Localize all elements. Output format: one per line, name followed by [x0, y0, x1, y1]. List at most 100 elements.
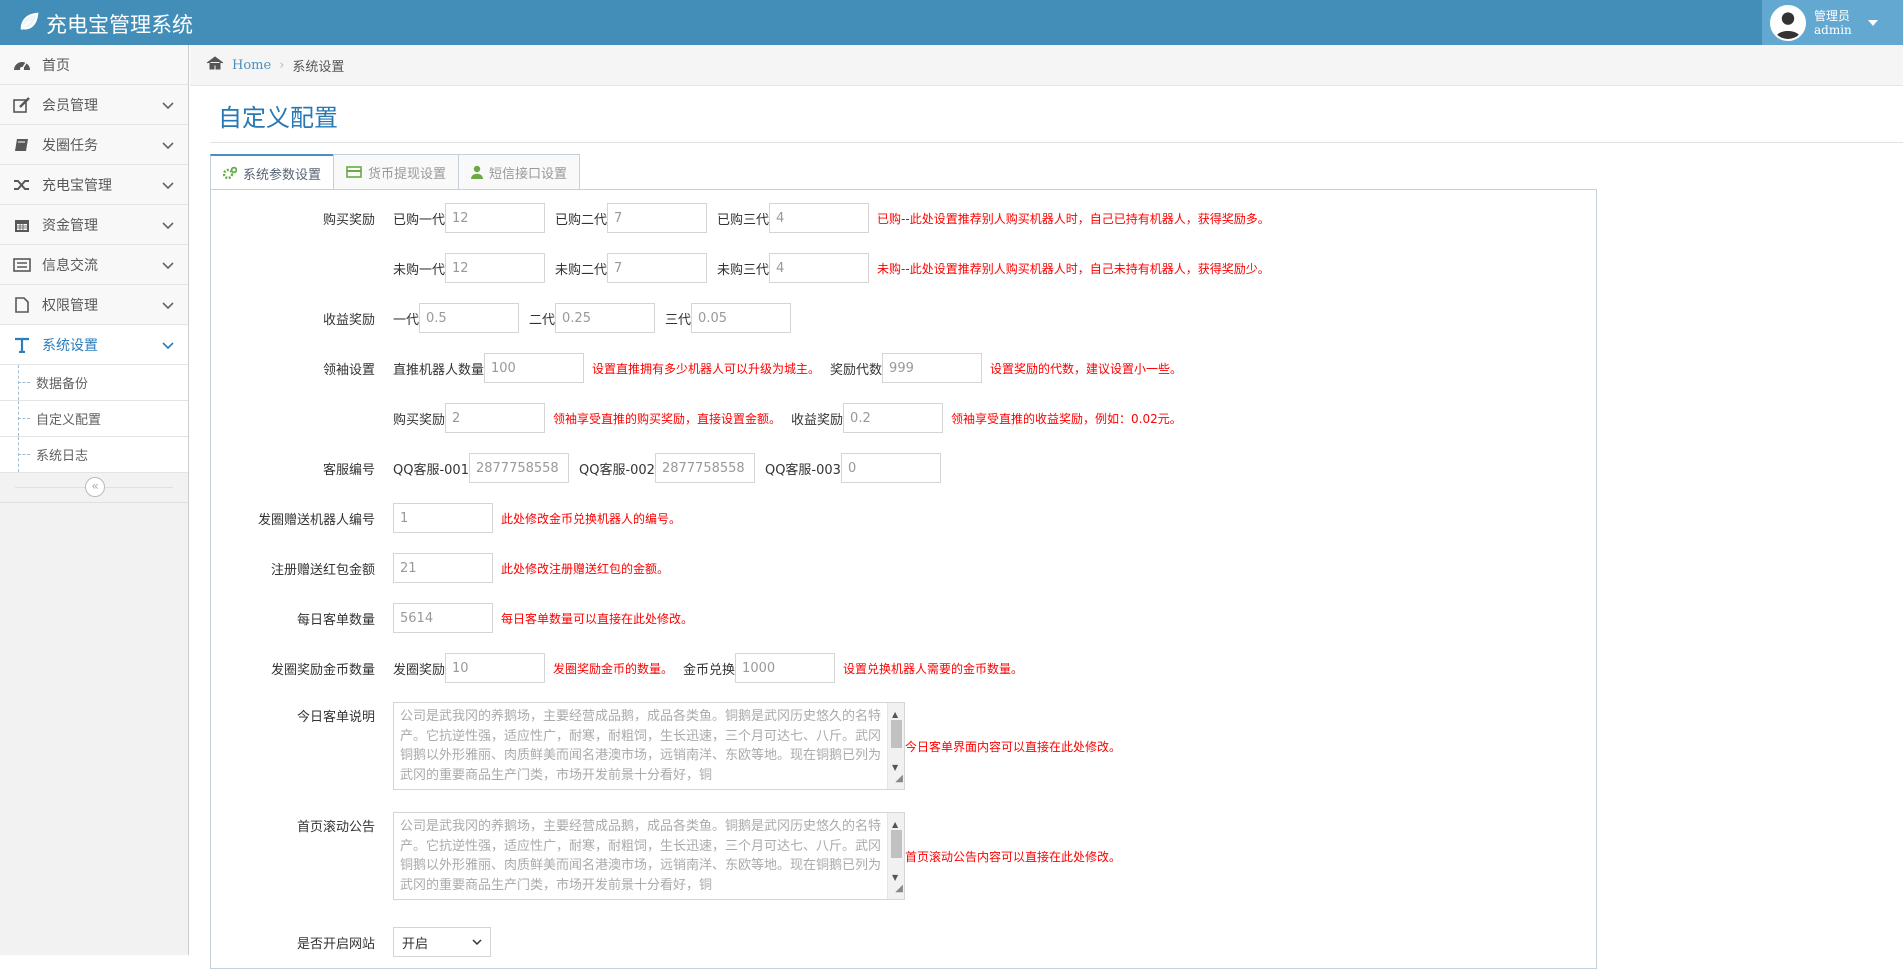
- chevron-down-icon: [162, 98, 174, 114]
- sidebar-item-label: 充电宝管理: [42, 177, 112, 194]
- bought-gen2-input[interactable]: 7: [607, 203, 708, 233]
- field-hint: 首页滚动公告内容可以直接在此处修改。: [905, 849, 1122, 864]
- field-hint: 发圈奖励金币的数量。: [553, 661, 674, 676]
- sidebar-item-label: 信息交流: [42, 257, 98, 274]
- sidebar-item-permissions[interactable]: 权限管理: [0, 285, 188, 325]
- tab-sms[interactable]: 短信接口设置: [458, 154, 581, 189]
- sidebar-subitem-logs[interactable]: 系统日志: [0, 437, 188, 473]
- top-navbar: 充电宝管理系统 管理员 admin: [0, 0, 1903, 45]
- input-label: QQ客服-003: [764, 462, 841, 478]
- leader-generations-input[interactable]: 999: [882, 353, 983, 383]
- input-label: 一代: [393, 312, 420, 328]
- textarea-content: 公司是武我冈的养鹅场，主要经营成品鹅，成品各类鱼。铜鹅是武冈历史悠久的名特产。它…: [400, 819, 882, 893]
- calendar-icon: [12, 215, 32, 235]
- field-label: 领袖设置: [322, 362, 375, 378]
- field-label: 每日客单数量: [296, 612, 375, 628]
- input-label: 二代: [529, 312, 556, 328]
- user-menu[interactable]: 管理员 admin: [1762, 0, 1903, 45]
- form-row-purchase-notbought: 未购一代 12 未购二代 7 未购三代 4 未购--此处设置推荐别人购买机器人时…: [211, 252, 1270, 284]
- sidebar-subitem-backup[interactable]: 数据备份: [0, 365, 188, 401]
- notbought-gen3-input[interactable]: 4: [769, 253, 870, 283]
- input-label: 金币兑换: [683, 662, 736, 678]
- daily-orders-input[interactable]: 5614: [393, 603, 493, 633]
- income-gen1-input[interactable]: 0.5: [419, 303, 520, 333]
- leader-buy-reward-input[interactable]: 2: [445, 403, 546, 433]
- field-hint: 领袖享受直推的收益奖励，例如：0.02元。: [951, 411, 1182, 426]
- input-label: 未购一代: [393, 262, 446, 278]
- input-label: 已购一代: [393, 212, 446, 228]
- sidebar-subitem-label: 数据备份: [36, 377, 89, 392]
- brand[interactable]: 充电宝管理系统: [18, 9, 193, 39]
- tab-withdraw[interactable]: 货币提现设置: [333, 154, 460, 189]
- chevron-down-icon: [162, 298, 174, 314]
- text-icon: [12, 335, 32, 355]
- sidebar-item-members[interactable]: 会员管理: [0, 85, 188, 125]
- breadcrumb-current: 系统设置: [292, 59, 345, 75]
- field-label: 收益奖励: [322, 312, 375, 328]
- income-gen3-input[interactable]: 0.05: [691, 303, 792, 333]
- site-open-select[interactable]: 开启: [393, 927, 491, 957]
- form-row-redpack: 注册赠送红包金额 21 此处修改注册赠送红包的金额。: [211, 552, 669, 584]
- today-desc-textarea[interactable]: 公司是武我冈的养鹅场，主要经营成品鹅，成品各类鱼。铜鹅是武冈历史悠久的名特产。它…: [393, 702, 905, 790]
- edit-icon: [12, 95, 32, 115]
- input-label: 奖励代数: [830, 362, 883, 378]
- user-role: 管理员: [1814, 8, 1851, 23]
- input-label: 已购二代: [555, 212, 608, 228]
- form-row-service: 客服编号 QQ客服-001 2877758558 QQ客服-002 287775…: [211, 452, 941, 484]
- bought-gen1-input[interactable]: 12: [445, 203, 546, 233]
- breadcrumb-home-link[interactable]: Home: [232, 58, 271, 73]
- notbought-gen2-input[interactable]: 7: [607, 253, 708, 283]
- page-title: 自定义配置: [218, 104, 338, 132]
- resize-handle-icon[interactable]: ◢: [895, 769, 903, 789]
- input-label: 购买奖励: [393, 412, 446, 428]
- tab-system-params[interactable]: 系统参数设置: [210, 154, 335, 190]
- app-title: 充电宝管理系统: [46, 13, 193, 37]
- sidebar-item-label: 首页: [42, 57, 70, 74]
- coin-exchange-input[interactable]: 1000: [735, 653, 836, 683]
- post-reward-coins-input[interactable]: 10: [445, 653, 546, 683]
- qq-service-1-input[interactable]: 2877758558: [468, 453, 569, 483]
- sidebar-subitem-custom-config[interactable]: 自定义配置: [0, 401, 188, 437]
- field-label: 注册赠送红包金额: [270, 562, 375, 578]
- bought-gen3-input[interactable]: 4: [769, 203, 870, 233]
- sidebar-item-tasks[interactable]: 发圈任务: [0, 125, 188, 165]
- income-gen2-input[interactable]: 0.25: [555, 303, 656, 333]
- notice-textarea[interactable]: 公司是武我冈的养鹅场，主要经营成品鹅，成品各类鱼。铜鹅是武冈历史悠久的名特产。它…: [393, 812, 905, 900]
- input-label: 未购三代: [717, 262, 770, 278]
- sidebar: 首页 会员管理 发圈任务 充电宝管理 资金管理 信息交流 权限管理 系统设置 数…: [0, 45, 189, 955]
- leader-income-reward-input[interactable]: 0.2: [843, 403, 944, 433]
- sidebar-item-label: 会员管理: [42, 97, 98, 114]
- shuffle-icon: [12, 175, 32, 195]
- notbought-gen1-input[interactable]: 12: [445, 253, 546, 283]
- sidebar-item-messages[interactable]: 信息交流: [0, 245, 188, 285]
- qq-service-2-input[interactable]: 2877758558: [654, 453, 755, 483]
- field-hint: 设置直推拥有多少机器人可以升级为城主。: [592, 361, 821, 376]
- field-label: 首页滚动公告: [296, 820, 375, 835]
- input-label: 三代: [665, 312, 692, 328]
- sidebar-item-home[interactable]: 首页: [0, 45, 188, 85]
- form-row-daily: 每日客单数量 5614 每日客单数量可以直接在此处修改。: [211, 602, 693, 634]
- breadcrumb-separator: ›: [279, 57, 285, 73]
- chevron-down-icon: [162, 338, 174, 354]
- field-hint: 每日客单数量可以直接在此处修改。: [501, 611, 694, 626]
- double-left-icon[interactable]: «: [85, 477, 105, 497]
- form-row-coins: 发圈奖励金币数量 发圈奖励 10 发圈奖励金币的数量。 金币兑换 1000 设置…: [211, 652, 1023, 684]
- sidebar-item-settings[interactable]: 系统设置: [0, 325, 188, 365]
- form-row-leader-1: 领袖设置 直推机器人数量 100 设置直推拥有多少机器人可以升级为城主。 奖励代…: [211, 352, 1182, 384]
- book-icon: [12, 135, 32, 155]
- robot-id-input[interactable]: 1: [393, 503, 493, 533]
- field-hint: 此处修改金币兑换机器人的编号。: [501, 511, 682, 526]
- input-label: 已购三代: [717, 212, 770, 228]
- dashboard-icon: [12, 55, 32, 75]
- resize-handle-icon[interactable]: ◢: [895, 879, 903, 899]
- sidebar-item-finance[interactable]: 资金管理: [0, 205, 188, 245]
- field-hint: 今日客单界面内容可以直接在此处修改。: [905, 739, 1122, 754]
- qq-service-3-input[interactable]: 0: [840, 453, 941, 483]
- field-label: 是否开启网站: [296, 936, 375, 952]
- leader-direct-count-input[interactable]: 100: [484, 353, 585, 383]
- redpack-amount-input[interactable]: 21: [393, 553, 493, 583]
- cogs-icon: [223, 166, 237, 180]
- sidebar-item-powerbank[interactable]: 充电宝管理: [0, 165, 188, 205]
- list-icon: [12, 255, 32, 275]
- user-name: admin: [1814, 22, 1852, 37]
